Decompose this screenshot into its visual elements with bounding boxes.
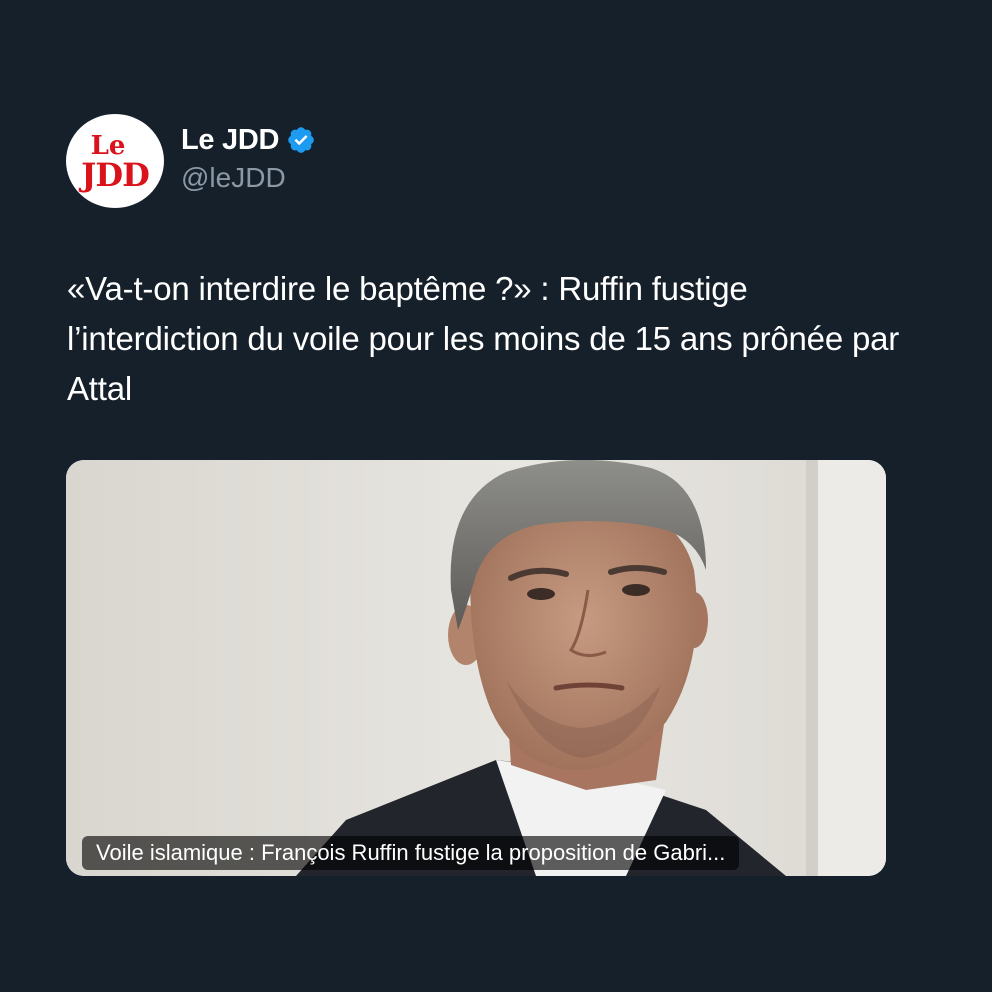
link-card-caption: Voile islamique : François Ruffin fustig… xyxy=(82,836,740,870)
logo-line-2: JDD xyxy=(81,156,150,194)
tweet-header: Le JDD Le JDD @leJDD xyxy=(66,114,316,210)
verified-badge-icon xyxy=(286,125,316,155)
author-names: Le JDD @leJDD xyxy=(181,122,316,194)
avatar[interactable]: Le JDD xyxy=(66,114,164,208)
display-name[interactable]: Le JDD xyxy=(181,124,279,157)
jdd-logo: Le JDD xyxy=(66,114,164,208)
user-handle[interactable]: @leJDD xyxy=(181,162,316,194)
link-card-image[interactable]: Voile islamique : François Ruffin fustig… xyxy=(66,460,886,876)
tweet-text: «Va-t-on interdire le baptême ?» : Ruffi… xyxy=(67,270,900,407)
display-name-row: Le JDD xyxy=(181,122,316,158)
tweet-card: Le JDD Le JDD @leJDD «Va-t-on interdire … xyxy=(0,0,992,992)
photo-person xyxy=(66,460,886,876)
